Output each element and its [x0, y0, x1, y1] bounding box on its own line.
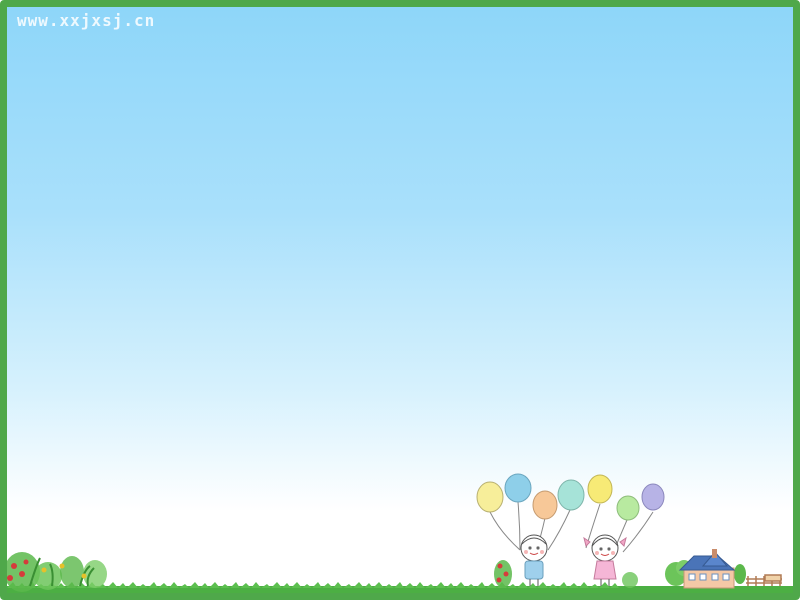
slide-frame: www.xxjxsj.cn — [0, 0, 800, 600]
fence-icon — [746, 574, 782, 586]
scene-illustration — [7, 473, 793, 593]
balloon-girl-icon — [583, 474, 665, 586]
house-icon — [678, 549, 736, 589]
left-bush-icon — [7, 552, 107, 592]
flower-bush-icon — [494, 560, 638, 588]
balloon-boy-icon — [476, 473, 585, 586]
